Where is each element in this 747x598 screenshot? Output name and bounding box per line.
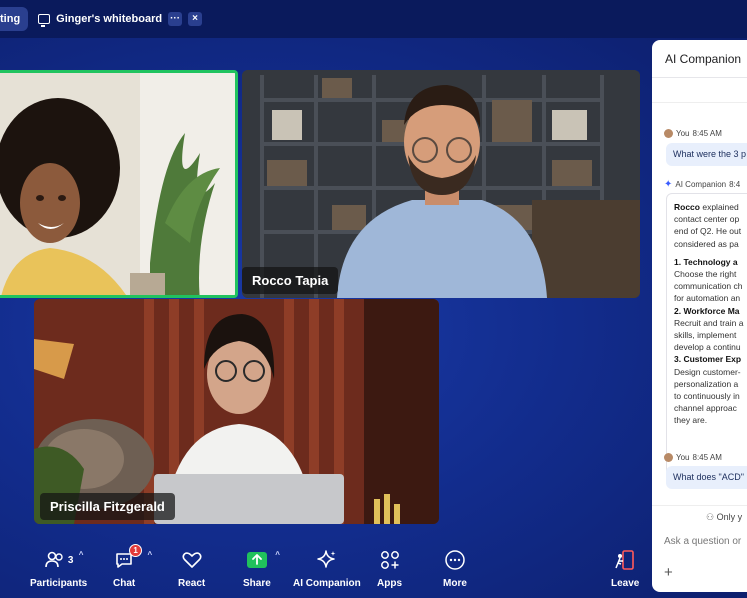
- more-label: More: [443, 578, 467, 589]
- message-time: 8:45 AM: [692, 129, 722, 138]
- message-meta-ai: ✦ AI Companion 8:4: [664, 179, 740, 190]
- react-icon-wrap: [181, 548, 203, 572]
- participants-icon-wrap: 3 ^: [44, 548, 83, 572]
- share-caret-icon[interactable]: ^: [275, 550, 280, 559]
- visibility-note[interactable]: ⚇ Only y: [652, 505, 747, 527]
- ai-heading: 3. Customer Exp: [674, 354, 742, 365]
- apps-label: Apps: [377, 578, 402, 589]
- tab-bar: ting Ginger's whiteboard ··· ×: [0, 0, 747, 38]
- ai-line: considered as pa: [674, 238, 739, 249]
- participants-caret-icon[interactable]: ^: [79, 550, 84, 559]
- ai-icon-wrap: [316, 548, 338, 572]
- chat-button[interactable]: 1 ^ Chat: [113, 544, 152, 589]
- whiteboard-icon: [38, 14, 51, 27]
- more-button[interactable]: More: [443, 548, 467, 589]
- ai-heading: 1. Technology a: [674, 256, 738, 267]
- participants-count: 3: [67, 554, 74, 566]
- chat-unread-badge: 1: [129, 544, 143, 557]
- tab-meeting-label: ting: [0, 13, 21, 25]
- more-icon-wrap: [444, 548, 466, 572]
- participant-video: [242, 70, 640, 298]
- user-message-bubble: What were the 3 p: [666, 143, 747, 166]
- user-avatar: [664, 453, 673, 462]
- ai-time: 8:4: [729, 180, 741, 189]
- ai-line: end of Q2. He out: [674, 226, 742, 237]
- video-tile-priscilla[interactable]: Priscilla Fitzgerald: [34, 299, 439, 524]
- react-button[interactable]: React: [178, 548, 205, 589]
- share-button[interactable]: ^ Share: [243, 548, 280, 589]
- ai-bold-text: Rocco: [674, 202, 700, 212]
- ai-line: Recruit and train a: [674, 317, 744, 328]
- share-screen-icon: [246, 552, 267, 568]
- ai-line: contact center op: [674, 214, 740, 225]
- leave-icon-wrap: [614, 548, 636, 572]
- ai-line: develop a continu: [674, 342, 741, 353]
- message-author: You: [676, 129, 690, 138]
- chat-icon-wrap: 1 ^: [114, 544, 152, 572]
- ai-heading: 2. Workforce Ma: [674, 305, 740, 316]
- more-icon: [445, 550, 465, 570]
- add-attachment-button[interactable]: +: [664, 564, 673, 581]
- visibility-text: Only y: [716, 512, 743, 522]
- participant-video: [34, 299, 439, 524]
- ai-line: to continuously in: [674, 391, 740, 402]
- message-time: 8:45 AM: [692, 453, 722, 462]
- ai-line: Rocco explained: [674, 201, 747, 213]
- ai-companion-label: AI Companion: [293, 578, 361, 589]
- tab-meeting[interactable]: ting: [0, 7, 29, 31]
- ai-line: Choose the right: [674, 269, 737, 280]
- user-avatar: [664, 129, 673, 138]
- react-label: React: [178, 578, 206, 589]
- participants-icon: [45, 551, 63, 568]
- chat-caret-icon[interactable]: ^: [147, 550, 152, 559]
- ai-response-card: Rocco explained contact center op end of…: [666, 193, 747, 476]
- ai-line: communication ch: [674, 281, 743, 292]
- panel-title: AI Companion: [652, 40, 747, 78]
- share-label: Share: [243, 578, 271, 589]
- user-message-bubble-2: What does "ACD": [666, 466, 747, 489]
- chat-label: Chat: [113, 578, 136, 589]
- share-icon-wrap: ^: [246, 548, 280, 572]
- video-tile-active-speaker[interactable]: [0, 70, 238, 298]
- tab-whiteboard[interactable]: Ginger's whiteboard ··· ×: [38, 7, 203, 31]
- ai-line: Design customer-: [674, 366, 741, 377]
- message-meta-user-2: You 8:45 AM: [664, 453, 722, 462]
- heart-icon: [182, 552, 202, 568]
- participants-label: Participants: [30, 578, 88, 589]
- apps-icon-wrap: [379, 548, 401, 572]
- message-author: You: [676, 453, 690, 462]
- leave-button[interactable]: Leave: [611, 548, 639, 589]
- ai-line: skills, implement: [674, 330, 737, 341]
- ai-line: for automation an: [674, 293, 741, 304]
- meeting-stage: ting Ginger's whiteboard ··· × Rocco Tap…: [0, 0, 747, 598]
- ai-line: channel approac: [674, 403, 737, 414]
- ai-text: explained: [699, 202, 739, 212]
- person-lock-icon: ⚇: [706, 512, 717, 522]
- ask-question-input[interactable]: Ask a question or: [664, 536, 741, 547]
- ai-companion-panel: AI Companion You 8:45 AM What were the 3…: [652, 40, 747, 592]
- apps-button[interactable]: Apps: [377, 548, 402, 589]
- panel-divider: [652, 97, 747, 103]
- tab-close-button[interactable]: ×: [188, 12, 203, 26]
- message-meta-user: You 8:45 AM: [664, 129, 722, 138]
- participant-name-rocco: Rocco Tapia: [242, 267, 339, 294]
- participant-name-priscilla: Priscilla Fitzgerald: [40, 493, 175, 520]
- ai-line: personalization a: [674, 378, 739, 389]
- participants-button[interactable]: 3 ^ Participants: [30, 548, 87, 589]
- leave-door-icon: [615, 550, 634, 570]
- ai-sparkle-icon: ✦: [664, 179, 673, 190]
- tab-whiteboard-label: Ginger's whiteboard: [56, 13, 163, 25]
- participant-video: [0, 73, 235, 295]
- sparkle-icon: [317, 550, 336, 568]
- meeting-toolbar: 3 ^ Participants 1 ^ Chat React ^ Share …: [0, 544, 650, 598]
- leave-label: Leave: [611, 578, 640, 589]
- ai-author: AI Companion: [675, 180, 727, 189]
- video-tile-rocco[interactable]: Rocco Tapia: [242, 70, 640, 298]
- tab-more-button[interactable]: ···: [168, 12, 183, 26]
- apps-icon: [380, 551, 399, 569]
- ai-companion-button[interactable]: AI Companion: [293, 548, 361, 589]
- ai-line: they are.: [674, 415, 708, 426]
